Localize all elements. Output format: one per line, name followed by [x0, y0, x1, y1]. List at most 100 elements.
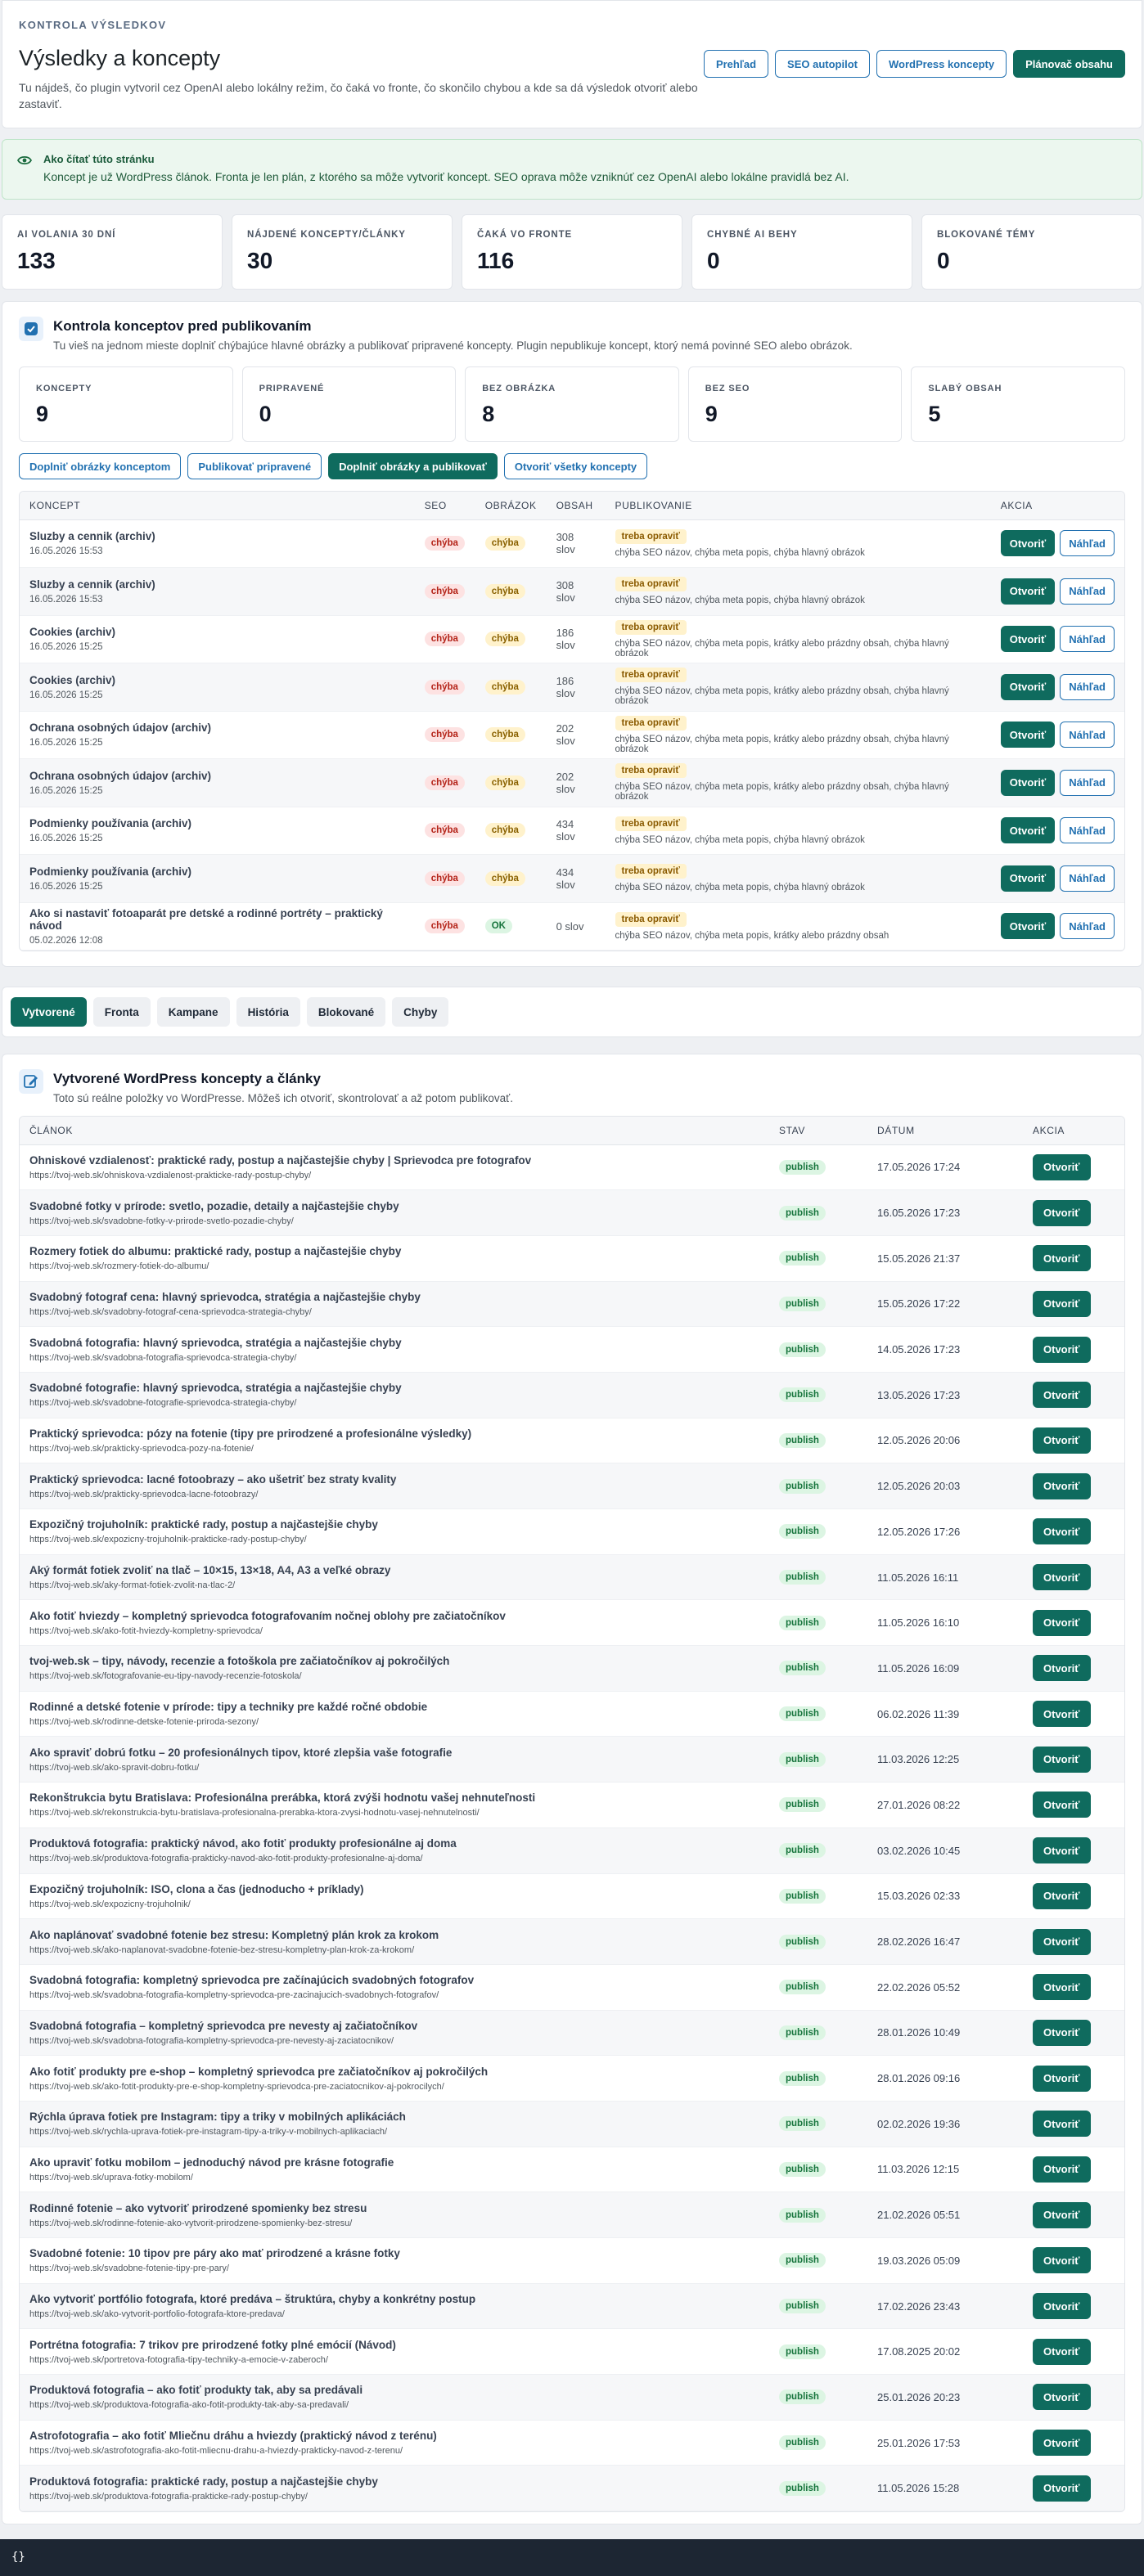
article-date: 15.05.2026 17:22: [867, 1281, 1023, 1328]
preview-button[interactable]: Náhľad: [1060, 578, 1115, 605]
open-button[interactable]: Otvoriť: [1033, 2201, 1091, 2228]
open-button[interactable]: Otvoriť: [1000, 530, 1056, 557]
open-button[interactable]: Otvoriť: [1033, 1928, 1091, 1955]
open-button[interactable]: Otvoriť: [1033, 1609, 1091, 1636]
table-row: Ako vytvoriť portfólio fotografa, ktoré …: [20, 2283, 1124, 2330]
open-button[interactable]: Otvoriť: [1033, 1199, 1091, 1226]
article-url: https://tvoj-web.sk/fotografovanie-eu-ti…: [29, 1671, 302, 1682]
open-button[interactable]: Otvoriť: [1033, 1382, 1091, 1409]
article-date: 12.05.2026 20:03: [867, 1463, 1023, 1509]
open-button[interactable]: Otvoriť: [1033, 1746, 1091, 1773]
open-button[interactable]: Otvoriť: [1033, 2065, 1091, 2092]
open-button[interactable]: Otvoriť: [1000, 578, 1056, 605]
open-button[interactable]: Otvoriť: [1033, 1792, 1091, 1818]
table-row: Ako si nastaviť fotoaparát pre detské a …: [20, 902, 1124, 951]
article-url: https://tvoj-web.sk/expozicny-trojuholni…: [29, 1899, 191, 1909]
open-button[interactable]: Otvoriť: [1033, 2019, 1091, 2046]
open-button[interactable]: Otvoriť: [1033, 1245, 1091, 1272]
open-button[interactable]: Otvoriť: [1033, 2338, 1091, 2365]
image-cell: chýba: [475, 567, 547, 616]
action-cell: Otvoriť Náhľad: [990, 711, 1124, 759]
open-button[interactable]: Otvoriť: [1033, 2475, 1091, 2502]
column-header: AKCIA: [990, 492, 1124, 520]
preview-button[interactable]: Náhľad: [1060, 626, 1115, 653]
open-button[interactable]: Otvoriť: [1000, 865, 1056, 892]
row-actions: Otvoriť Náhľad: [1000, 722, 1115, 749]
open-button[interactable]: Otvoriť: [1033, 1974, 1091, 2001]
table-row: Rozmery fotiek do albumu: praktické rady…: [20, 1235, 1124, 1282]
open-button[interactable]: Otvoriť: [1000, 722, 1056, 749]
content-cell: 202 slov: [546, 711, 606, 759]
preview-button[interactable]: Náhľad: [1060, 530, 1115, 557]
tab-errors[interactable]: Chyby: [392, 997, 449, 1027]
open-button[interactable]: Otvoriť: [1033, 1564, 1091, 1591]
review-table-body: Sluzby a cennik (archiv) 16.05.2026 15:53…: [20, 519, 1124, 951]
content-cell: 308 slov: [546, 519, 606, 568]
open-button[interactable]: Otvoriť: [1000, 913, 1056, 940]
open-button[interactable]: Otvoriť: [1033, 1518, 1091, 1545]
overview-button[interactable]: Prehľad: [703, 50, 769, 78]
open-all-drafts-button[interactable]: Otvoriť všetky koncepty: [503, 453, 648, 479]
tab-history[interactable]: História: [236, 997, 300, 1027]
results-tabs: Vytvorené Fronta Kampane História Blokov…: [2, 987, 1142, 1037]
open-button[interactable]: Otvoriť: [1033, 2156, 1091, 2183]
article-cell: Rodinné fotenie – ako vytvoriť prirodzen…: [20, 2192, 769, 2238]
stat-label: CHYBNÉ AI BEHY: [707, 230, 798, 240]
publish-ready-button[interactable]: Publikovať pripravené: [187, 453, 322, 479]
tab-blocked[interactable]: Blokované: [306, 997, 386, 1027]
open-button[interactable]: Otvoriť: [1033, 1655, 1091, 1682]
action-cell: Otvoriť: [1023, 1326, 1124, 1373]
open-button[interactable]: Otvoriť: [1000, 817, 1056, 844]
draft-date: 16.05.2026 15:25: [29, 834, 103, 844]
open-button[interactable]: Otvoriť: [1033, 2384, 1091, 2411]
status-badge: publish: [779, 1934, 826, 1949]
tab-created[interactable]: Vytvorené: [11, 997, 87, 1027]
open-button[interactable]: Otvoriť: [1033, 1882, 1091, 1909]
article-url: https://tvoj-web.sk/uprava-fotky-mobilom…: [29, 2172, 193, 2183]
tab-campaigns[interactable]: Kampane: [156, 997, 230, 1027]
table-row: Rodinné fotenie – ako vytvoriť prirodzen…: [20, 2192, 1124, 2238]
preview-button[interactable]: Náhľad: [1060, 673, 1115, 700]
open-button[interactable]: Otvoriť: [1033, 2430, 1091, 2457]
fill-and-publish-button[interactable]: Doplniť obrázky a publikovať: [328, 453, 498, 479]
action-cell: Otvoriť: [1023, 2283, 1124, 2330]
preview-button[interactable]: Náhľad: [1060, 769, 1115, 796]
draft-title: Cookies (archiv): [29, 673, 116, 686]
review-table: KONCEPT SEO OBRÁZOK OBSAH PUBLIKOVANIE A…: [20, 492, 1124, 951]
preview-button[interactable]: Náhľad: [1060, 817, 1115, 844]
status-cell: publish: [769, 1281, 867, 1328]
draft-date: 16.05.2026 15:25: [29, 690, 103, 700]
open-button[interactable]: Otvoriť: [1033, 1153, 1091, 1180]
preview-button[interactable]: Náhľad: [1060, 865, 1115, 892]
open-button[interactable]: Otvoriť: [1000, 626, 1056, 653]
open-button[interactable]: Otvoriť: [1033, 1472, 1091, 1499]
preview-button[interactable]: Náhľad: [1060, 722, 1115, 749]
status-badge: publish: [779, 1661, 826, 1676]
content-planner-button[interactable]: Plánovač obsahu: [1013, 50, 1125, 78]
tab-queue[interactable]: Fronta: [92, 997, 151, 1027]
seo-autopilot-button[interactable]: SEO autopilot: [775, 50, 870, 78]
preview-button[interactable]: Náhľad: [1060, 913, 1115, 940]
stat-card: BLOKOVANÉ TÉMY 0: [921, 214, 1142, 290]
status-cell: publish: [769, 1964, 867, 2011]
wordpress-drafts-button[interactable]: WordPress koncepty: [876, 50, 1007, 78]
content-cell: 186 slov: [546, 615, 606, 663]
table-row: Produktová fotografia: praktický návod, …: [20, 1827, 1124, 1874]
publish-cell: treba opraviť chýba SEO názov, chýba meta…: [605, 854, 991, 903]
open-button[interactable]: Otvoriť: [1033, 1336, 1091, 1363]
open-button[interactable]: Otvoriť: [1033, 2293, 1091, 2320]
article-cell: Produktová fotografia – ako fotiť produk…: [20, 2374, 769, 2421]
open-button[interactable]: Otvoriť: [1033, 2111, 1091, 2138]
open-button[interactable]: Otvoriť: [1033, 1701, 1091, 1728]
open-button[interactable]: Otvoriť: [1033, 1837, 1091, 1864]
open-button[interactable]: Otvoriť: [1033, 2247, 1091, 2274]
open-button[interactable]: Otvoriť: [1000, 769, 1056, 796]
open-button[interactable]: Otvoriť: [1000, 673, 1056, 700]
status-badge: publish: [779, 2207, 826, 2223]
open-button[interactable]: Otvoriť: [1033, 1290, 1091, 1317]
action-cell: Otvoriť Náhľad: [990, 519, 1124, 568]
article-title: Rodinné fotenie – ako vytvoriť prirodzen…: [29, 2201, 367, 2214]
open-button[interactable]: Otvoriť: [1033, 1427, 1091, 1454]
status-cell: publish: [769, 2055, 867, 2102]
fill-images-button[interactable]: Doplniť obrázky konceptom: [19, 453, 182, 479]
